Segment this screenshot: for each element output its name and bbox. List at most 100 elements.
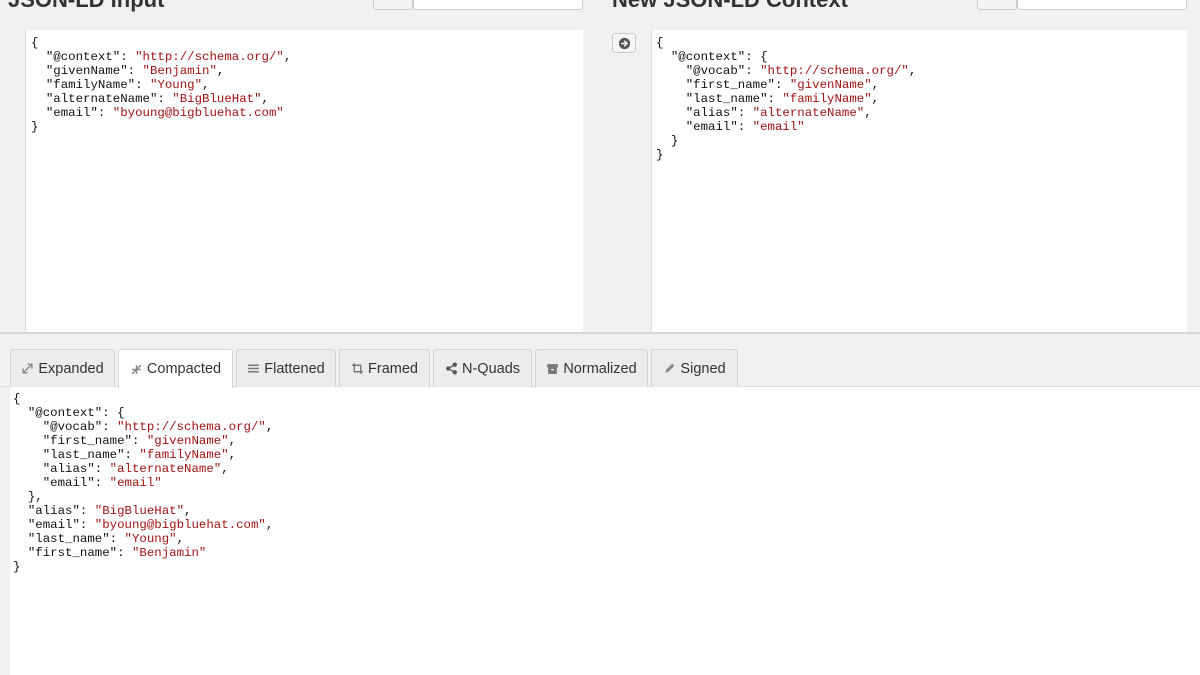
code-token: "@context": { <box>13 406 125 420</box>
code-token: "email": <box>656 120 753 134</box>
input-code: { "@context": "http://schema.org/", "giv… <box>31 36 291 134</box>
compress-arrow-icon <box>130 363 143 376</box>
code-string: "byoung@bigbluehat.com" <box>94 518 266 532</box>
tab-label: Framed <box>368 360 418 377</box>
input-url-field[interactable] <box>413 0 583 10</box>
code-token: } <box>31 120 39 134</box>
code-token: "email": <box>13 476 110 490</box>
tab-label: N-Quads <box>461 360 521 377</box>
code-string: "Young" <box>149 78 203 92</box>
code-token: "@vocab": <box>656 64 761 78</box>
code-token: { <box>13 392 21 406</box>
code-string: "givenName" <box>146 434 229 448</box>
code-token: , <box>216 64 225 78</box>
code-token: , <box>871 78 880 92</box>
code-token: }, <box>13 490 43 504</box>
tab-label: Compacted <box>146 361 222 377</box>
code-token: "alias": <box>13 504 95 518</box>
input-heading: JSON-LD Input <box>8 0 164 14</box>
tab-expanded[interactable]: Expanded <box>10 349 115 387</box>
code-token: , <box>221 462 229 476</box>
code-token: "givenName": <box>31 64 143 78</box>
code-token: , <box>176 532 185 546</box>
code-string: "email" <box>109 476 162 490</box>
code-token: } <box>656 134 679 148</box>
code-string: "givenName" <box>789 78 872 92</box>
tab-framed[interactable]: Framed <box>339 349 430 387</box>
tab-label: Flattened <box>264 360 325 377</box>
jsonld-context-editor[interactable]: { "@context": { "@vocab": "http://schema… <box>651 30 1187 332</box>
flatten-lines-icon <box>247 362 260 375</box>
code-string: "http://schema.org/" <box>117 420 266 434</box>
code-string: "familyName" <box>139 448 229 462</box>
context-options-button[interactable] <box>977 0 1017 10</box>
tab-compacted[interactable]: Compacted <box>118 349 233 388</box>
code-token: "email": <box>13 518 95 532</box>
expand-arrow-icon <box>21 362 34 375</box>
tab-label: Signed <box>680 360 726 377</box>
code-token: , <box>265 518 274 532</box>
archive-box-icon <box>546 362 559 375</box>
code-token: "first_name": <box>13 434 147 448</box>
pencil-icon <box>663 362 676 375</box>
tab-label: Expanded <box>38 360 104 377</box>
code-token: "last_name": <box>13 448 140 462</box>
code-string: "email" <box>752 120 805 134</box>
code-string: "byoung@bigbluehat.com" <box>112 106 284 120</box>
pane-divider[interactable] <box>0 332 1200 334</box>
code-token: "first_name": <box>13 546 132 560</box>
code-token: , <box>265 420 274 434</box>
code-string: "BigBlueHat" <box>94 504 185 518</box>
code-token: "last_name": <box>13 532 125 546</box>
code-string: "http://schema.org/" <box>135 50 284 64</box>
code-string: "alternateName" <box>109 462 222 476</box>
code-token: , <box>202 78 210 92</box>
code-string: "Benjamin" <box>131 546 207 560</box>
code-token: { <box>31 36 39 50</box>
share-nodes-icon <box>445 362 458 375</box>
compacted-output[interactable]: { "@context": { "@vocab": "http://schema… <box>10 387 1200 675</box>
code-token: "familyName": <box>31 78 150 92</box>
code-string: "familyName" <box>782 92 872 106</box>
code-token: , <box>283 50 292 64</box>
context-url-field[interactable] <box>1017 0 1187 10</box>
jsonld-input-editor[interactable]: { "@context": "http://schema.org/", "giv… <box>25 30 583 332</box>
code-token: "last_name": <box>656 92 783 106</box>
tab-normalized[interactable]: Normalized <box>535 349 648 387</box>
tab-label: Normalized <box>563 360 637 377</box>
code-token: "@context": <box>31 50 136 64</box>
code-string: "alternateName" <box>752 106 865 120</box>
output-tabs: Expanded Compacted Flattened Framed N-Qu… <box>0 349 1200 388</box>
code-token: , <box>864 106 872 120</box>
code-token: , <box>228 448 237 462</box>
code-token: "alias": <box>13 462 110 476</box>
tab-n-quads[interactable]: N-Quads <box>433 349 532 387</box>
context-heading: New JSON-LD Context <box>612 0 848 14</box>
circle-arrow-right-icon <box>618 37 630 49</box>
tab-signed[interactable]: Signed <box>651 349 738 387</box>
code-token: "alternateName": <box>31 92 173 106</box>
context-code: { "@context": { "@vocab": "http://schema… <box>656 36 916 162</box>
code-token: , <box>871 92 880 106</box>
code-token: "@vocab": <box>13 420 118 434</box>
code-token: } <box>13 560 21 574</box>
code-string: "Young" <box>124 532 177 546</box>
input-options-button[interactable] <box>373 0 413 10</box>
code-string: "Benjamin" <box>142 64 217 78</box>
code-string: "http://schema.org/" <box>760 64 909 78</box>
code-token: "first_name": <box>656 78 790 92</box>
code-string: "BigBlueHat" <box>172 92 262 106</box>
code-token: , <box>908 64 917 78</box>
code-token: , <box>261 92 269 106</box>
tab-flattened[interactable]: Flattened <box>236 349 336 387</box>
code-token: { <box>656 36 664 50</box>
crop-icon <box>351 362 364 375</box>
code-token: "email": <box>31 106 113 120</box>
code-token: , <box>184 504 192 518</box>
output-code: { "@context": { "@vocab": "http://schema… <box>13 392 273 574</box>
code-token: } <box>656 148 664 162</box>
code-token: "@context": { <box>656 50 768 64</box>
code-token: "alias": <box>656 106 753 120</box>
apply-context-button[interactable] <box>612 33 636 53</box>
code-token: , <box>228 434 237 448</box>
